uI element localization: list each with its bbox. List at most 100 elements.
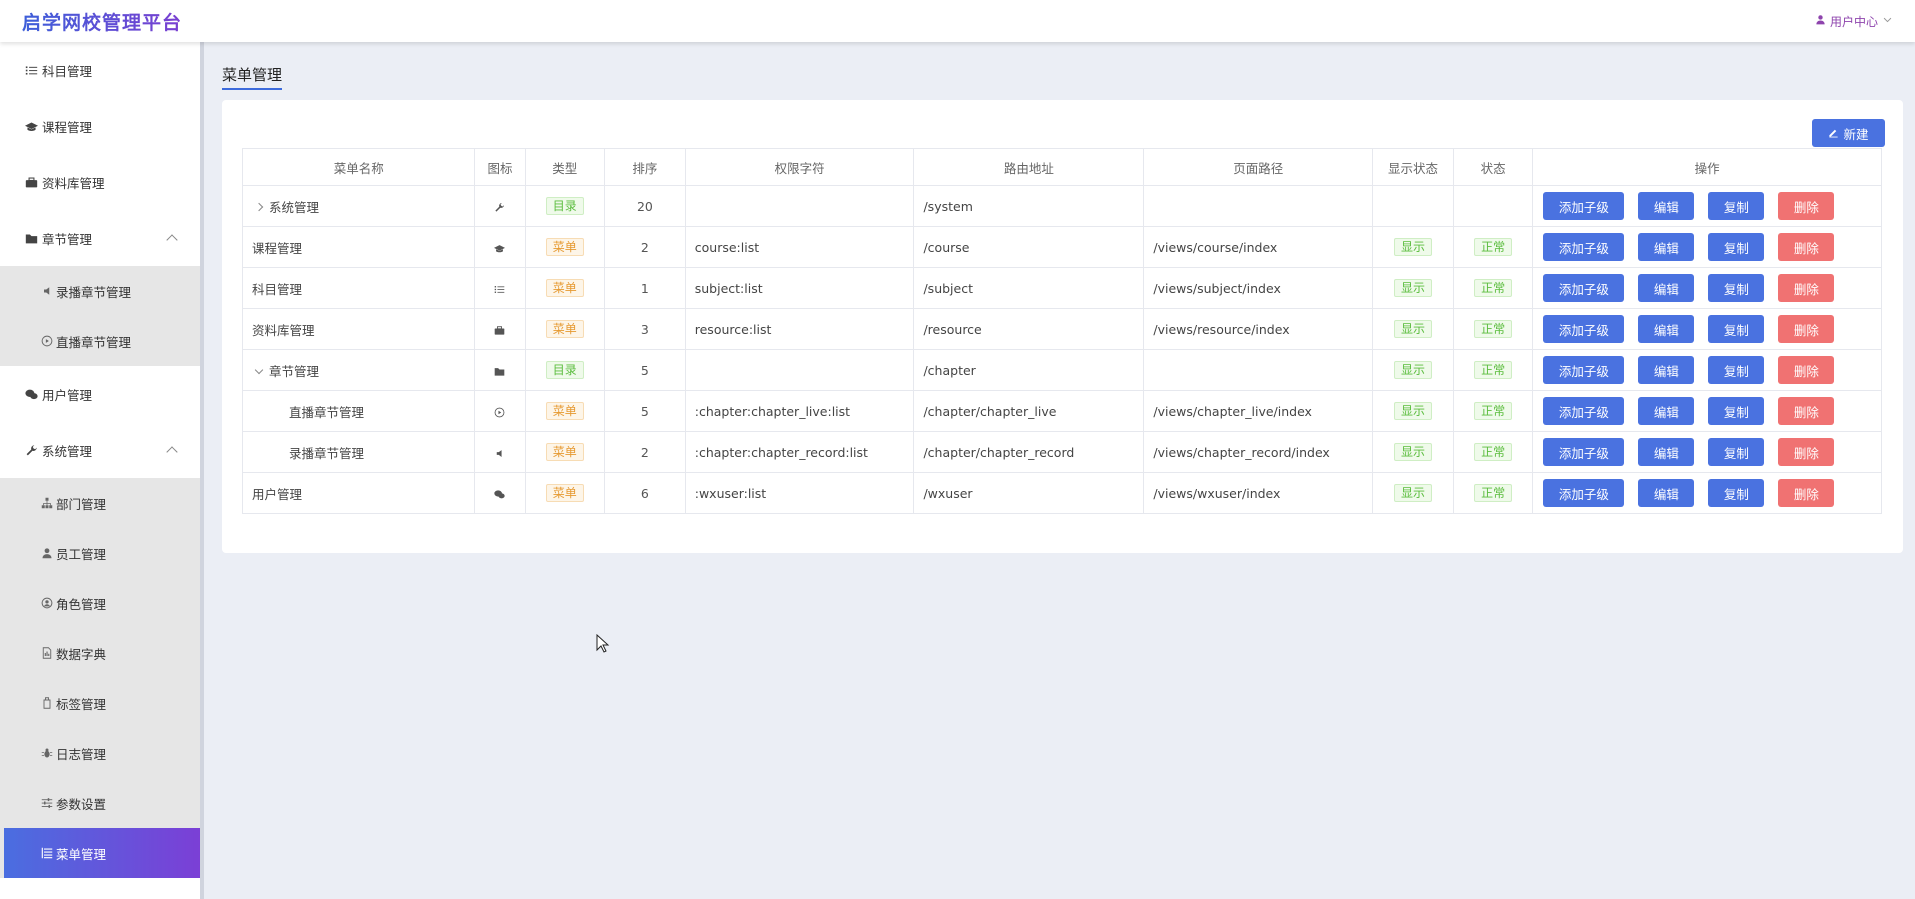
sliders-icon (40, 797, 53, 810)
user-center-menu[interactable]: 用户中心 (1815, 13, 1893, 30)
order-cell: 3 (604, 308, 686, 350)
sidebar-item-tag[interactable]: 标签管理 (0, 678, 200, 728)
table-row: 用户管理 菜单 6 :wxuser:list /wxuser /views/wx… (241, 472, 1882, 514)
edit-button[interactable]: 编辑 (1638, 192, 1695, 220)
delete-button[interactable]: 删除 (1778, 233, 1835, 261)
copy-button[interactable]: 复制 (1708, 274, 1765, 302)
sidebar-item-chapter[interactable]: 章节管理 (0, 210, 200, 266)
ops-cell: 添加子级 编辑 复制 删除 (1532, 349, 1882, 391)
sidebar-item-params[interactable]: 参数设置 (0, 778, 200, 828)
ops-cell: 添加子级 编辑 复制 删除 (1532, 431, 1882, 473)
visible-tag: 显示 (1393, 402, 1432, 420)
wechat-icon (24, 387, 38, 401)
add-child-button[interactable]: 添加子级 (1543, 192, 1625, 220)
sidebar-item-label: 菜单管理 (56, 846, 107, 862)
menu-table: 菜单名称 图标 类型 排序 权限字符 路由地址 页面路径 显示状态 状态 操作 … (241, 148, 1882, 514)
edit-button[interactable]: 编辑 (1638, 397, 1695, 425)
edit-button[interactable]: 编辑 (1638, 356, 1695, 384)
delete-button[interactable]: 删除 (1778, 192, 1835, 220)
order-cell: 2 (604, 431, 686, 473)
sidebar-item-employee[interactable]: 员工管理 (0, 528, 200, 578)
sidebar-item-label: 用户管理 (42, 387, 93, 403)
path-cell: /views/resource/index (1143, 308, 1374, 350)
sidebar-item-live-chapter[interactable]: 直播章节管理 (0, 316, 200, 366)
expand-arrow-icon[interactable] (254, 202, 264, 212)
chevron-up-icon (166, 446, 178, 458)
sidebar-item-subject[interactable]: 科目管理 (0, 42, 200, 98)
add-child-button[interactable]: 添加子级 (1543, 438, 1625, 466)
wechat-icon (474, 472, 526, 514)
play-circle-icon (40, 335, 53, 348)
sidebar-item-system[interactable]: 系统管理 (0, 422, 200, 478)
sidebar-item-menu[interactable]: 菜单管理 (4, 828, 200, 878)
edit-button[interactable]: 编辑 (1638, 274, 1695, 302)
menu-name: 录播章节管理 (289, 445, 365, 461)
sidebar-item-dictionary[interactable]: 数据字典 (0, 628, 200, 678)
add-child-button[interactable]: 添加子级 (1543, 233, 1625, 261)
menu-table-card: 新建 菜单名称 图标 类型 排序 权限字符 路由地址 页面路径 显示状态 状态 … (222, 100, 1903, 553)
visible-cell: 显示 (1372, 390, 1454, 432)
path-cell: /views/wxuser/index (1143, 472, 1374, 514)
type-cell: 菜单 (524, 390, 606, 432)
column-header: 权限字符 (684, 148, 915, 186)
copy-button[interactable]: 复制 (1708, 315, 1765, 343)
sidebar-item-user[interactable]: 用户管理 (0, 366, 200, 422)
user-center-label: 用户中心 (1829, 14, 1878, 29)
menu-name: 章节管理 (269, 363, 320, 379)
perm-cell (684, 349, 915, 391)
edit-button[interactable]: 编辑 (1638, 315, 1695, 343)
copy-button[interactable]: 复制 (1708, 397, 1765, 425)
edit-button[interactable]: 编辑 (1638, 233, 1695, 261)
type-tag: 菜单 (545, 320, 584, 338)
sidebar-item-resource[interactable]: 资料库管理 (0, 154, 200, 210)
delete-button[interactable]: 删除 (1778, 438, 1835, 466)
delete-button[interactable]: 删除 (1778, 397, 1835, 425)
copy-button[interactable]: 复制 (1708, 192, 1765, 220)
top-header: 启学网校管理平台 用户中心 (0, 0, 1915, 42)
sidebar-item-label: 科目管理 (42, 63, 93, 79)
delete-button[interactable]: 删除 (1778, 315, 1835, 343)
add-child-button[interactable]: 添加子级 (1543, 315, 1625, 343)
copy-button[interactable]: 复制 (1708, 479, 1765, 507)
path-cell (1143, 349, 1374, 391)
copy-button[interactable]: 复制 (1708, 233, 1765, 261)
visible-tag: 显示 (1393, 279, 1432, 297)
copy-button[interactable]: 复制 (1708, 438, 1765, 466)
sidebar-item-department[interactable]: 部门管理 (0, 478, 200, 528)
sidebar-item-record-chapter[interactable]: 录播章节管理 (0, 266, 200, 316)
copy-button[interactable]: 复制 (1708, 356, 1765, 384)
status-cell: 正常 (1452, 349, 1534, 391)
edit-icon (1828, 126, 1839, 141)
perm-cell: subject:list (684, 267, 915, 309)
route-cell: /chapter (913, 349, 1145, 391)
visible-tag: 显示 (1393, 238, 1432, 256)
sidebar-item-label: 标签管理 (56, 696, 107, 712)
sidebar-item-course[interactable]: 课程管理 (0, 98, 200, 154)
collapse-arrow-icon[interactable] (254, 365, 264, 375)
mouse-cursor-icon (596, 634, 610, 653)
bug-icon (40, 747, 53, 760)
column-header: 类型 (524, 148, 606, 186)
menu-name: 用户管理 (252, 486, 303, 502)
tree-list-icon (40, 847, 53, 860)
edit-button[interactable]: 编辑 (1638, 479, 1695, 507)
menu-name: 课程管理 (252, 240, 303, 256)
tag-icon (40, 697, 53, 710)
type-cell: 菜单 (524, 308, 606, 350)
app-logo[interactable]: 启学网校管理平台 (22, 8, 182, 35)
sidebar-item-log[interactable]: 日志管理 (0, 728, 200, 778)
delete-button[interactable]: 删除 (1778, 274, 1835, 302)
type-cell: 目录 (524, 349, 606, 391)
add-child-button[interactable]: 添加子级 (1543, 356, 1625, 384)
user-icon (1815, 14, 1826, 28)
delete-button[interactable]: 删除 (1778, 479, 1835, 507)
type-tag: 目录 (545, 197, 584, 215)
edit-button[interactable]: 编辑 (1638, 438, 1695, 466)
sidebar-item-role[interactable]: 角色管理 (0, 578, 200, 628)
add-child-button[interactable]: 添加子级 (1543, 479, 1625, 507)
add-child-button[interactable]: 添加子级 (1543, 397, 1625, 425)
delete-button[interactable]: 删除 (1778, 356, 1835, 384)
visible-cell: 显示 (1372, 226, 1454, 268)
new-button[interactable]: 新建 (1812, 119, 1885, 147)
add-child-button[interactable]: 添加子级 (1543, 274, 1625, 302)
